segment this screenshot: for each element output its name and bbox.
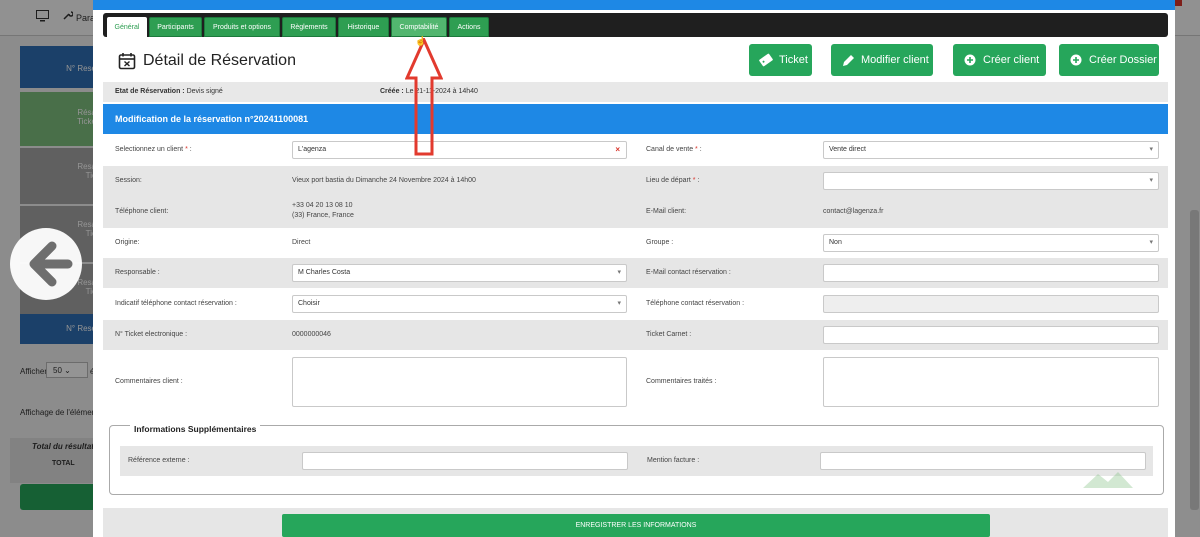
chevron-down-icon: ▾ bbox=[1149, 239, 1153, 246]
calendar-icon bbox=[118, 52, 136, 70]
modal-header bbox=[93, 0, 1175, 10]
indicatif-select[interactable]: Choisir ▾ bbox=[292, 295, 627, 313]
tab-history[interactable]: Historique bbox=[338, 17, 389, 37]
form-row: Responsable : M Charles Costa ▾ E-Mail c… bbox=[103, 258, 1168, 288]
tab-general[interactable]: Général bbox=[107, 17, 147, 37]
tab-products-options[interactable]: Produits et options bbox=[204, 17, 280, 37]
tel-contact-input[interactable] bbox=[823, 295, 1159, 313]
comments-client-label: Commentaires client : bbox=[115, 378, 183, 385]
comments-traites-label: Commentaires traités : bbox=[646, 378, 717, 385]
watermark-logo bbox=[1078, 470, 1138, 500]
back-arrow-icon[interactable] bbox=[10, 228, 82, 300]
external-ref-label: Référence externe : bbox=[128, 457, 190, 464]
clear-icon[interactable]: × bbox=[615, 142, 620, 158]
ticket-carnet-label: Ticket Carnet : bbox=[646, 331, 692, 338]
additional-info-title: Informations Supplémentaires bbox=[130, 424, 261, 434]
tab-bar: Général Participants Produits et options… bbox=[103, 13, 1168, 37]
save-button[interactable]: ENREGISTRER LES INFORMATIONS bbox=[282, 514, 990, 537]
email-label: E-Mail client: bbox=[646, 208, 687, 215]
ticket-elec-label: N° Ticket electronique : bbox=[115, 331, 188, 338]
group-label: Groupe : bbox=[646, 239, 674, 246]
comments-client-textarea[interactable] bbox=[292, 357, 627, 407]
phone-value-line2: (33) France, France bbox=[292, 212, 354, 219]
invoice-mention-input[interactable] bbox=[820, 452, 1146, 470]
depart-select[interactable]: ▾ bbox=[823, 172, 1159, 190]
comments-traites-textarea[interactable] bbox=[823, 357, 1159, 407]
form-row: Origine: Direct Groupe : Non ▾ bbox=[103, 228, 1168, 258]
ticket-elec-value: 0000000046 bbox=[292, 331, 331, 338]
invoice-mention-label: Mention facture : bbox=[647, 457, 700, 464]
origin-label: Origine: bbox=[115, 239, 140, 246]
client-select[interactable]: L'agenza × bbox=[292, 141, 627, 159]
origin-value: Direct bbox=[292, 239, 311, 246]
create-folder-button[interactable]: Créer Dossier bbox=[1059, 44, 1159, 76]
indicatif-label: Indicatif téléphone contact réservation … bbox=[115, 300, 237, 307]
session-label: Session: bbox=[115, 177, 142, 184]
canal-label: Canal de vente * : bbox=[646, 146, 702, 153]
hand-cursor-icon: ☝ bbox=[415, 36, 427, 46]
form-row: Commentaires client : Commentaires trait… bbox=[103, 350, 1168, 414]
tab-actions[interactable]: Actions bbox=[449, 17, 489, 37]
ticket-button[interactable]: Ticket bbox=[749, 44, 812, 76]
email-contact-input[interactable] bbox=[823, 264, 1159, 282]
group-select[interactable]: Non ▾ bbox=[823, 234, 1159, 252]
status-row: Etat de Réservation : Devis signé Créée … bbox=[103, 82, 1168, 102]
form-row: Téléphone client: +33 04 20 13 08 10 (33… bbox=[103, 196, 1168, 228]
responsible-label: Responsable : bbox=[115, 269, 160, 276]
tel-contact-label: Téléphone contact réservation : bbox=[646, 300, 745, 307]
phone-label: Téléphone client: bbox=[115, 208, 169, 215]
form-row: Session: Vieux port bastia du Dimanche 2… bbox=[103, 166, 1168, 196]
tab-accounting[interactable]: Comptabilité bbox=[391, 17, 447, 37]
form-row: Selectionnez un client * : L'agenza × Ca… bbox=[103, 134, 1168, 166]
tab-payments[interactable]: Règlements bbox=[282, 17, 336, 37]
reservation-modal: Général Participants Produits et options… bbox=[93, 0, 1175, 537]
page-title: Détail de Réservation bbox=[143, 52, 296, 69]
title-row: Détail de Réservation Ticket Modifier cl… bbox=[103, 40, 1168, 82]
phone-value-line1: +33 04 20 13 08 10 bbox=[292, 202, 353, 209]
create-client-button[interactable]: Créer client bbox=[953, 44, 1046, 76]
form-row: N° Ticket electronique : 0000000046 Tick… bbox=[103, 320, 1168, 350]
client-label: Selectionnez un client * : bbox=[115, 146, 192, 153]
reservation-state: Etat de Réservation : Devis signé bbox=[115, 88, 223, 95]
ticket-carnet-input[interactable] bbox=[823, 326, 1159, 344]
canal-select[interactable]: Vente direct ▾ bbox=[823, 141, 1159, 159]
external-ref-input[interactable] bbox=[302, 452, 628, 470]
chevron-down-icon: ▾ bbox=[1149, 177, 1153, 184]
tab-participants[interactable]: Participants bbox=[149, 17, 202, 37]
form-row: Indicatif téléphone contact réservation … bbox=[103, 288, 1168, 320]
additional-info-fieldset: Informations Supplémentaires Référence e… bbox=[109, 424, 1164, 495]
chevron-down-icon: ▾ bbox=[617, 269, 621, 276]
email-value: contact@lagenza.fr bbox=[823, 208, 884, 215]
email-contact-label: E-Mail contact réservation : bbox=[646, 269, 731, 276]
chevron-down-icon: ▾ bbox=[617, 300, 621, 307]
depart-label: Lieu de départ * : bbox=[646, 177, 700, 184]
annotation-arrow-icon bbox=[404, 36, 444, 156]
session-value: Vieux port bastia du Dimanche 24 Novembr… bbox=[292, 177, 476, 184]
responsible-select[interactable]: M Charles Costa ▾ bbox=[292, 264, 627, 282]
edit-client-button[interactable]: Modifier client bbox=[831, 44, 933, 76]
chevron-down-icon: ▾ bbox=[1149, 146, 1153, 153]
section-title: Modification de la réservation n°2024110… bbox=[103, 104, 1168, 134]
form-row: Référence externe : Mention facture : bbox=[120, 446, 1153, 476]
